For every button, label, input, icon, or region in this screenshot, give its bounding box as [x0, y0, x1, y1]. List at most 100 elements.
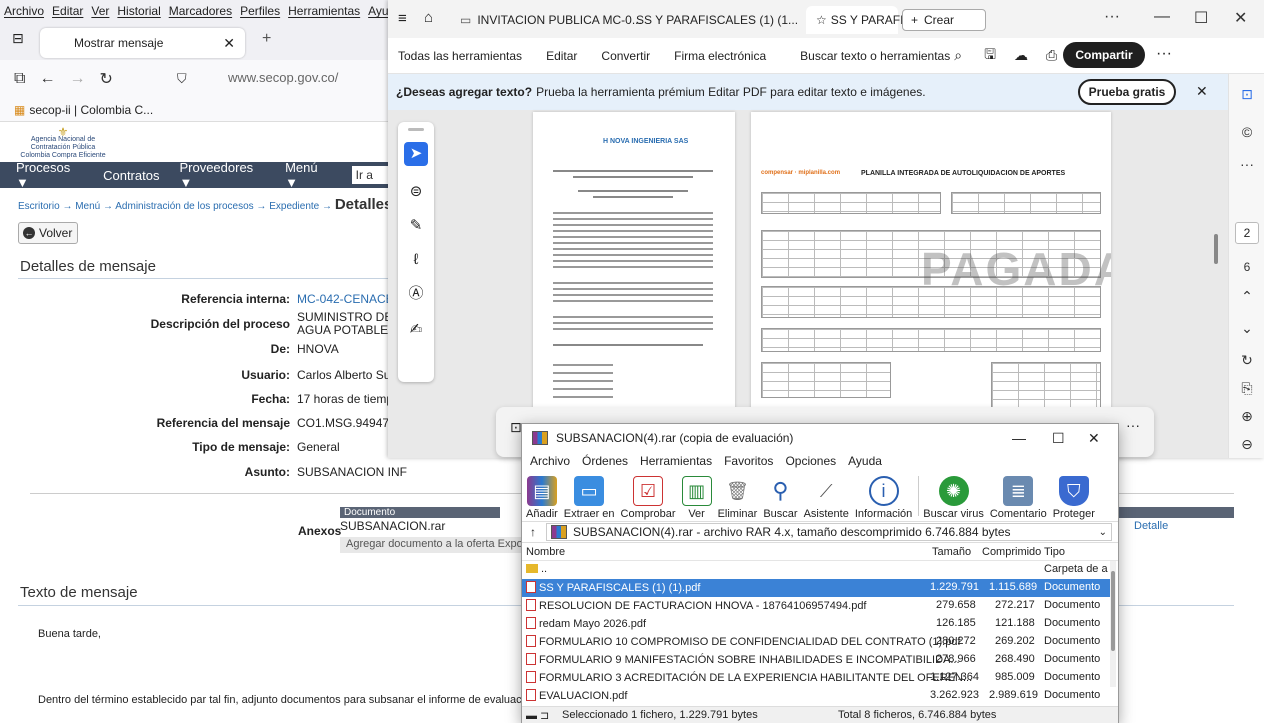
detalle-link[interactable]: Detalle [1134, 520, 1168, 532]
list-item[interactable]: FORMULARIO 10 COMPROMISO DE CONFIDENCIAL… [522, 633, 1110, 651]
maximize-icon[interactable]: ☐ [1052, 430, 1065, 447]
minimize-icon[interactable]: — [1012, 430, 1026, 446]
tool-editar[interactable]: Editar [546, 49, 577, 63]
buscar-button[interactable]: ⚲ Buscar [763, 476, 798, 520]
scrollbar[interactable] [1214, 234, 1218, 264]
tool-todas[interactable]: Todas las herramientas [398, 49, 522, 63]
tab-list-icon[interactable]: ⊟ [12, 30, 24, 47]
menu-herramientas[interactable]: Herramientas [288, 4, 360, 18]
tool-buscar[interactable]: Buscar texto o herramientas [800, 49, 950, 63]
print-icon[interactable]: ⎙ [1046, 47, 1057, 64]
menu-opciones[interactable]: Opciones [785, 454, 836, 468]
ver-button[interactable]: ▥ Ver [681, 476, 712, 520]
text-box-icon[interactable]: Ⓐ [404, 282, 428, 306]
close-window-icon[interactable]: ✕ [1088, 430, 1100, 447]
nav-proveedores[interactable]: Proveedores ▼ [179, 160, 265, 190]
prueba-gratis-button[interactable]: Prueba gratis [1078, 79, 1176, 105]
edge-tab-1[interactable]: ▭ INVITACION PUBLICA MC-0... [450, 6, 652, 34]
volver-button[interactable]: ← Volver [18, 222, 78, 244]
chevron-down-icon[interactable]: ⌄ [1229, 320, 1264, 337]
drag-handle[interactable] [408, 128, 424, 131]
search-icon[interactable]: ⌕ [954, 47, 962, 64]
menu-ayuda[interactable]: Ayuda [848, 454, 882, 468]
close-window-icon[interactable]: ✕ [1234, 8, 1247, 28]
shield-icon[interactable]: ⛉ [177, 71, 187, 87]
upload-cloud-icon[interactable]: ☁ [1014, 47, 1028, 64]
tool-firma[interactable]: Firma electrónica [674, 49, 766, 63]
tool-convertir[interactable]: Convertir [601, 49, 650, 63]
sidebar-toggle-icon[interactable]: ⧉ [14, 70, 25, 88]
rotate-icon[interactable]: ↻ [1229, 352, 1264, 369]
menu-perfiles[interactable]: Perfiles [240, 4, 280, 18]
chevron-up-icon[interactable]: ⌃ [1229, 288, 1264, 305]
nav-contratos[interactable]: Contratos [103, 168, 159, 183]
comment-icon[interactable]: ⊜ [404, 180, 428, 204]
new-tab-icon[interactable]: + [262, 30, 271, 48]
anexo-actions[interactable]: Agregar documento a la oferta Expo [340, 537, 529, 553]
menu-favoritos[interactable]: Favoritos [724, 454, 773, 468]
more-icon[interactable]: ··· [1126, 417, 1140, 433]
pen-icon[interactable]: ✎ [404, 214, 428, 238]
tab-mostrar-mensaje[interactable]: Mostrar mensaje ✕ [40, 28, 245, 58]
list-item[interactable]: FORMULARIO 9 MANIFESTACIÓN SOBRE INHABIL… [522, 651, 1110, 669]
path-field[interactable]: SUBSANACION(4).rar - archivo RAR 4.x, ta… [546, 523, 1112, 541]
back-arrow-icon[interactable]: ← [39, 70, 55, 88]
cursor-icon[interactable]: ➤ [404, 142, 428, 166]
up-arrow-icon[interactable]: ↑ [530, 525, 536, 539]
edge-tab-3[interactable]: ☆ SS Y PARAFISCALE... [806, 6, 953, 34]
menu-editar[interactable]: Editar [52, 4, 83, 18]
field-value-referencia[interactable]: MC-042-CENACBA [297, 292, 402, 306]
edit-pdf-icon[interactable]: ⊡ [1229, 86, 1264, 103]
list-item[interactable]: SS Y PARAFISCALES (1) (1).pdf 1.229.791 … [522, 579, 1110, 597]
menu-archivo[interactable]: Archivo [530, 454, 570, 468]
more-icon[interactable]: ··· [1156, 45, 1172, 63]
page-number-input[interactable]: 2 [1235, 222, 1259, 244]
list-item[interactable]: redam Mayo 2026.pdf 126.185 121.188 Docu… [522, 615, 1110, 633]
maximize-icon[interactable]: ☐ [1194, 8, 1208, 28]
zoom-in-icon[interactable]: ⊕ [1229, 408, 1264, 425]
breadcrumb-path[interactable]: Escritorio → Menú → Administración de lo… [18, 201, 332, 212]
menu-herramientas[interactable]: Herramientas [640, 454, 712, 468]
scrollbar[interactable] [1110, 561, 1116, 687]
copilot-icon[interactable]: © [1229, 124, 1264, 140]
buscar-virus-button[interactable]: ✺ Buscar virus [923, 476, 984, 520]
nav-menu[interactable]: Menú ▼ [285, 160, 332, 190]
menu-icon[interactable]: ≡ [398, 10, 407, 27]
comprobar-button[interactable]: ☑ Comprobar [621, 476, 676, 520]
save-icon[interactable]: 🖫 [984, 44, 996, 68]
col-tamano[interactable]: Tamaño [932, 546, 971, 558]
col-nombre[interactable]: Nombre [526, 546, 565, 558]
close-icon[interactable]: ✕ [223, 35, 235, 52]
extraer-button[interactable]: ▭ Extraer en [564, 476, 615, 520]
menu-marcadores[interactable]: Marcadores [169, 4, 232, 18]
col-comprimido[interactable]: Comprimido [982, 546, 1041, 558]
bookmark-secop[interactable]: secop-ii | Colombia C... [29, 103, 153, 117]
eliminar-button[interactable]: 🗑 Eliminar [718, 476, 757, 520]
close-icon[interactable]: ✕ [1196, 83, 1208, 100]
asistente-button[interactable]: ⟋ Asistente [804, 476, 849, 520]
menu-ver[interactable]: Ver [91, 4, 109, 18]
compartir-button[interactable]: Compartir [1063, 42, 1145, 68]
col-tipo[interactable]: Tipo [1044, 546, 1065, 558]
fit-page-icon[interactable]: ⎘ [1229, 380, 1264, 397]
informacion-button[interactable]: i Información [855, 476, 912, 520]
comment-icon[interactable]: ⊡ [510, 419, 522, 436]
list-item[interactable]: .. Carpeta de a [522, 561, 1110, 579]
home-icon[interactable]: ⌂ [424, 9, 433, 26]
crear-tab-button[interactable]: + Crear [902, 9, 986, 31]
signature-icon[interactable]: ✍ [404, 318, 428, 342]
reload-icon[interactable]: ↻ [99, 69, 112, 89]
menu-archivo[interactable]: Archivo [4, 4, 44, 18]
more-icon[interactable]: ··· [1229, 156, 1264, 172]
more-icon[interactable]: ··· [1104, 8, 1120, 26]
edge-tab-2[interactable]: SS Y PARAFISCALES (1) (1... [626, 6, 808, 34]
ir-a-input[interactable]: Ir a [351, 166, 390, 184]
zoom-out-icon[interactable]: ⊖ [1229, 436, 1264, 453]
nav-procesos[interactable]: Procesos ▼ [16, 160, 83, 190]
anexo-file[interactable]: SUBSANACION.rar [340, 519, 445, 533]
forward-arrow-icon[interactable]: → [69, 70, 85, 88]
url-bar[interactable]: www.secop.gov.co/ [228, 70, 338, 85]
pdf-canvas[interactable]: ➤ ⊜ ✎ ℓ Ⓐ ✍ H NOVA INGENIERIA SAS compen… [388, 110, 1228, 458]
anadir-button[interactable]: ▤ Añadir [526, 476, 558, 520]
list-item[interactable]: RESOLUCION DE FACTURACION HNOVA - 187641… [522, 597, 1110, 615]
